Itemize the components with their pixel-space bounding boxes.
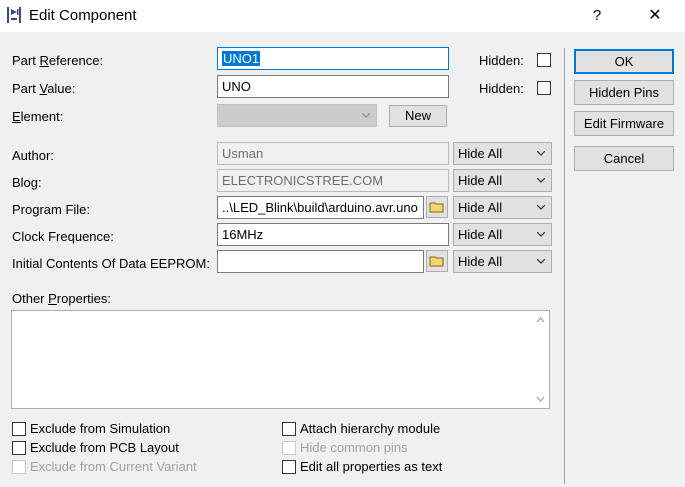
cancel-button[interactable]: Cancel <box>574 146 674 171</box>
part-value-input[interactable]: UNO <box>217 75 449 98</box>
eeprom-input[interactable] <box>217 250 424 273</box>
part-reference-label: Part Reference: <box>12 53 104 68</box>
eeprom-browse-button[interactable] <box>426 250 448 272</box>
blog-visibility-value: Hide All <box>458 173 503 188</box>
program-file-visibility-select[interactable]: Hide All <box>453 196 552 219</box>
part-value-label: Part Value: <box>12 81 76 96</box>
close-button[interactable]: ✕ <box>640 0 670 32</box>
help-button[interactable]: ? <box>585 0 609 32</box>
exclude-simulation-label: Exclude from Simulation <box>30 421 171 436</box>
other-properties-label: Other Properties: <box>12 291 111 306</box>
chevron-down-icon <box>537 151 545 156</box>
blog-value: ELECTRONICSTREE.COM <box>222 173 384 188</box>
edit-firmware-button[interactable]: Edit Firmware <box>574 111 674 136</box>
program-file-value: ..\LED_Blink\build\arduino.avr.uno <box>222 200 418 215</box>
blog-input[interactable]: ELECTRONICSTREE.COM <box>217 169 449 192</box>
author-input[interactable]: Usman <box>217 142 449 165</box>
exclude-pcb-checkbox[interactable] <box>12 441 26 455</box>
chevron-down-icon <box>362 113 370 118</box>
hidden-pins-button[interactable]: Hidden Pins <box>574 80 674 105</box>
new-element-button[interactable]: New <box>389 105 447 127</box>
exclude-pcb-label: Exclude from PCB Layout <box>30 440 179 455</box>
element-select[interactable] <box>217 104 377 127</box>
chevron-down-icon <box>537 205 545 210</box>
eeprom-visibility-select[interactable]: Hide All <box>453 250 552 273</box>
clock-frequence-visibility-value: Hide All <box>458 227 503 242</box>
program-file-browse-button[interactable] <box>426 196 448 218</box>
part-reference-hidden-label: Hidden: <box>479 53 524 68</box>
author-visibility-value: Hide All <box>458 146 503 161</box>
blog-visibility-select[interactable]: Hide All <box>453 169 552 192</box>
exclude-variant-label: Exclude from Current Variant <box>30 459 197 474</box>
ok-button[interactable]: OK <box>574 49 674 74</box>
author-value: Usman <box>222 146 264 161</box>
hide-common-pins-checkbox <box>282 441 296 455</box>
exclude-simulation-checkbox[interactable] <box>12 422 26 436</box>
edit-as-text-checkbox[interactable] <box>282 460 296 474</box>
eeprom-visibility-value: Hide All <box>458 254 503 269</box>
other-properties-textarea[interactable] <box>11 310 550 409</box>
window-title: Edit Component <box>29 7 137 24</box>
attach-hierarchy-checkbox[interactable] <box>282 422 296 436</box>
chevron-down-icon <box>537 232 545 237</box>
clock-frequence-value: 16MHz <box>222 227 264 242</box>
hide-common-pins-label: Hide common pins <box>300 440 408 455</box>
program-file-label: Program File: <box>12 202 91 217</box>
vertical-divider <box>564 48 565 484</box>
eeprom-label: Initial Contents Of Data EEPROM: <box>12 256 210 271</box>
part-value-hidden-label: Hidden: <box>479 81 524 96</box>
clock-frequence-input[interactable]: 16MHz <box>217 223 449 246</box>
edit-as-text-label: Edit all properties as text <box>300 459 443 474</box>
attach-hierarchy-label: Attach hierarchy module <box>300 421 441 436</box>
part-reference-input[interactable]: UNO1 <box>217 47 449 70</box>
part-reference-value: UNO1 <box>222 51 261 66</box>
part-reference-hidden-checkbox[interactable] <box>537 53 551 67</box>
folder-icon <box>429 256 444 267</box>
exclude-variant-checkbox <box>12 460 26 474</box>
vertical-scrollbar[interactable] <box>532 311 549 408</box>
component-icon <box>7 7 21 23</box>
blog-label: Blog: <box>12 175 42 190</box>
author-visibility-select[interactable]: Hide All <box>453 142 552 165</box>
clock-frequence-visibility-select[interactable]: Hide All <box>453 223 552 246</box>
author-label: Author: <box>12 148 54 163</box>
clock-frequence-label: Clock Frequence: <box>12 229 114 244</box>
chevron-down-icon <box>537 259 545 264</box>
program-file-visibility-value: Hide All <box>458 200 503 215</box>
program-file-input[interactable]: ..\LED_Blink\build\arduino.avr.uno <box>217 196 424 219</box>
part-value-hidden-checkbox[interactable] <box>537 81 551 95</box>
title-bar: Edit Component ? ✕ <box>0 0 685 32</box>
chevron-down-icon <box>537 178 545 183</box>
folder-icon <box>429 202 444 213</box>
element-label: Element: <box>12 109 64 124</box>
part-value-value: UNO <box>222 79 251 94</box>
